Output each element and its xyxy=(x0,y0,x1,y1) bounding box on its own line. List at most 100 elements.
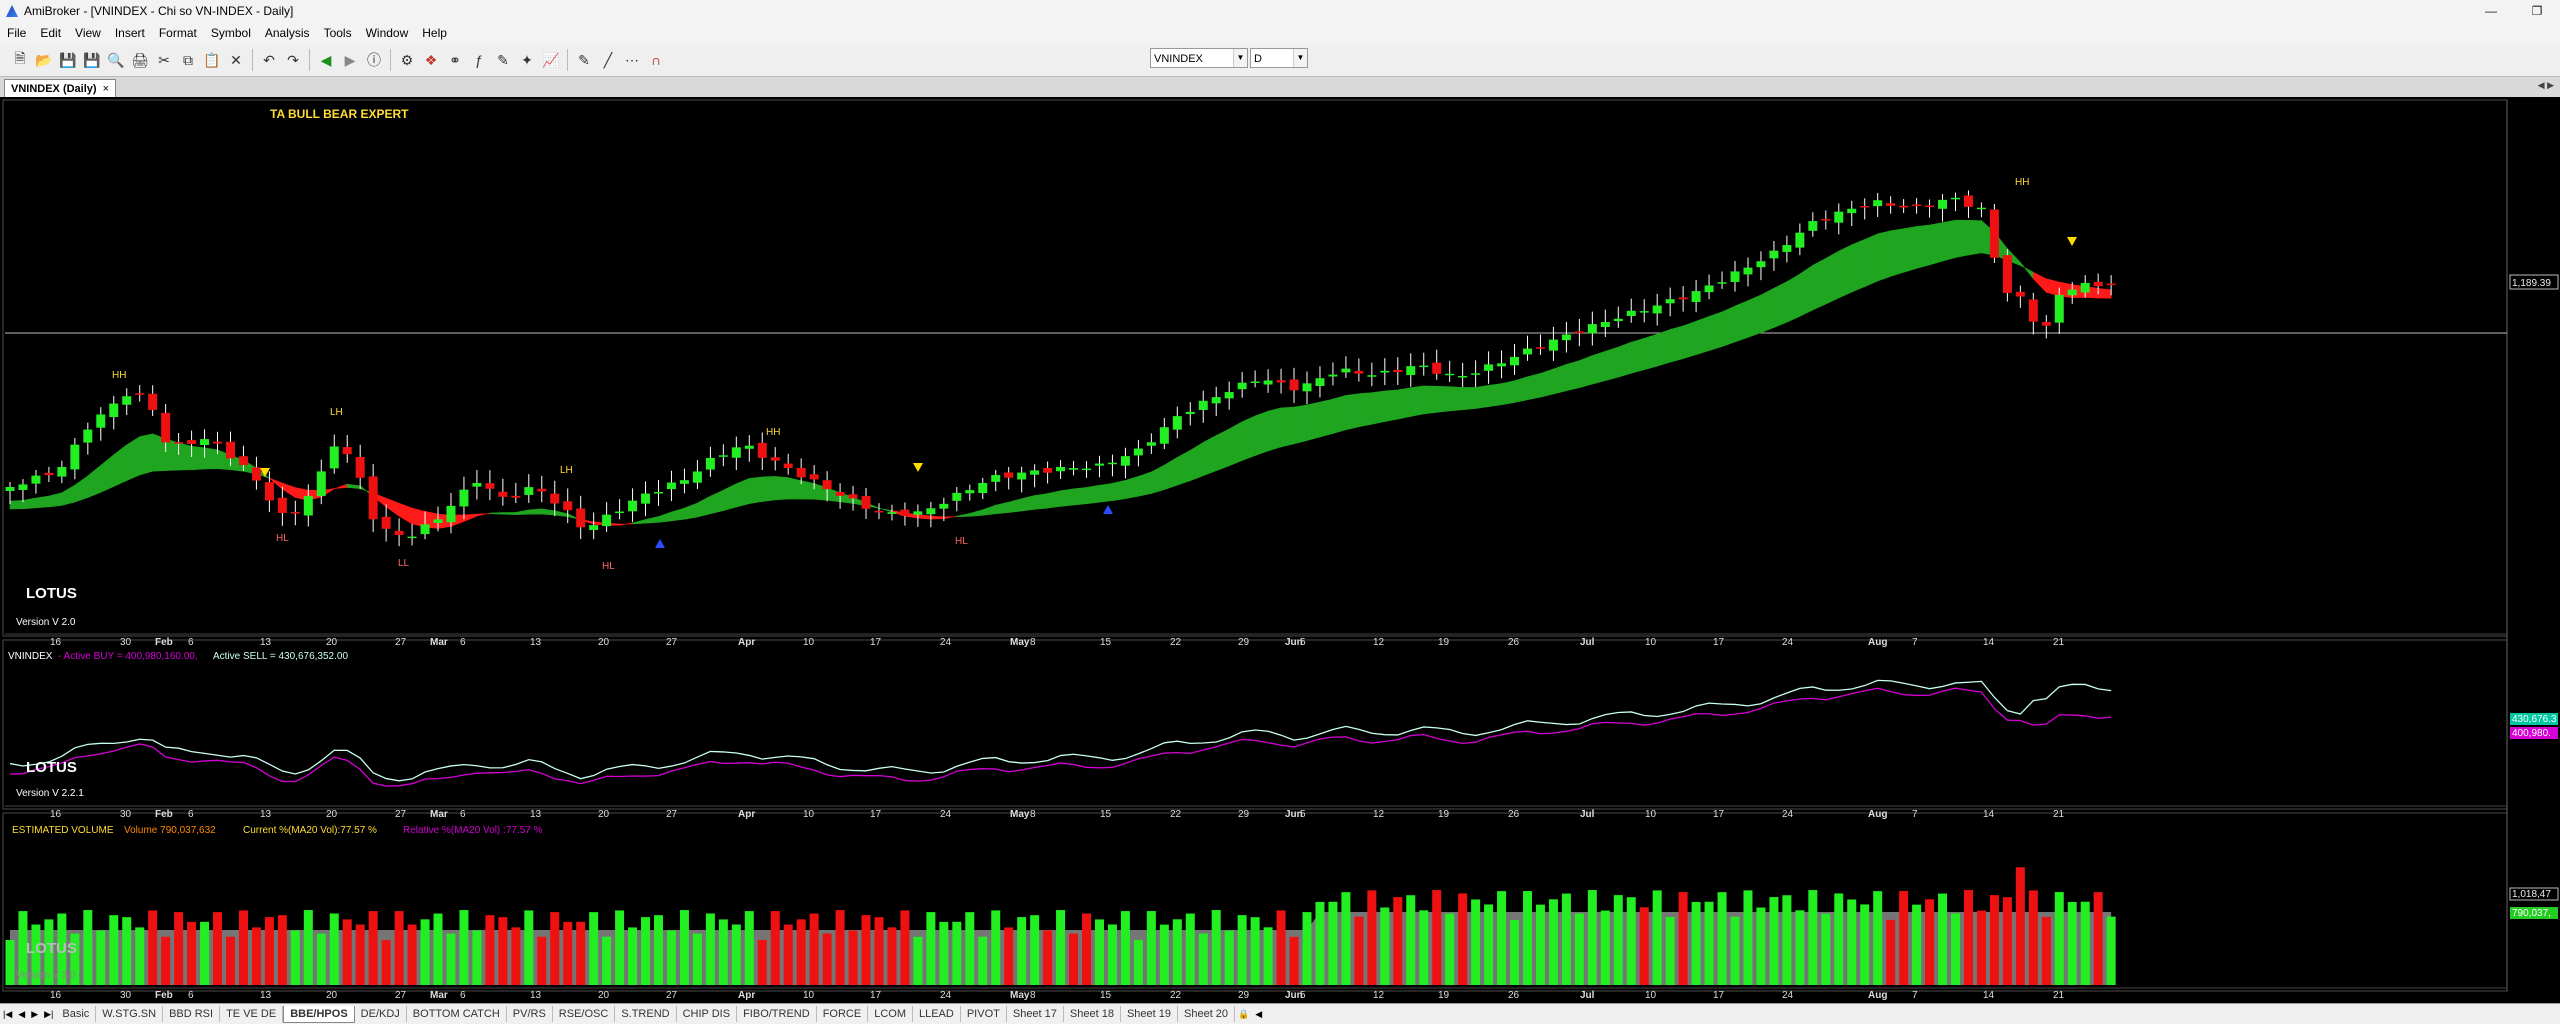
print-preview-icon[interactable]: 🔍 xyxy=(106,50,126,70)
sheet-tab[interactable]: PV/RS xyxy=(507,1005,553,1022)
candle-body xyxy=(1185,411,1195,415)
restore-icon[interactable]: ❐ xyxy=(2514,0,2560,22)
menu-insert[interactable]: Insert xyxy=(108,26,152,40)
cloud-segment xyxy=(35,495,50,509)
sheet-tab[interactable]: FIBO/TREND xyxy=(737,1005,817,1022)
sheet-tab[interactable]: Basic xyxy=(56,1005,97,1022)
wizard-icon[interactable]: ✦ xyxy=(517,50,537,70)
next-sheet-icon[interactable]: ▶ xyxy=(28,1009,41,1020)
back-icon[interactable]: ◀ xyxy=(316,50,336,70)
undo-icon[interactable]: ↶ xyxy=(259,50,279,70)
volume-bar xyxy=(1393,897,1403,985)
sheet-tab[interactable]: DE/KDJ xyxy=(355,1005,407,1022)
cloud-segment xyxy=(9,500,24,510)
menu-symbol[interactable]: Symbol xyxy=(204,26,258,40)
volume-bar xyxy=(913,936,923,985)
sheet-tab[interactable]: LLEAD xyxy=(913,1005,961,1022)
paste-icon[interactable]: 📋 xyxy=(202,50,222,70)
volume-bar xyxy=(628,927,638,985)
menu-edit[interactable]: Edit xyxy=(33,26,68,40)
info-icon[interactable]: ⓘ xyxy=(364,50,384,70)
save-all-icon[interactable]: 💾 xyxy=(82,50,102,70)
volume-bar xyxy=(5,940,15,985)
redo-icon[interactable]: ↷ xyxy=(283,50,303,70)
new-file-icon[interactable]: 🗎 xyxy=(10,50,30,70)
tab-vnindex-daily[interactable]: VNINDEX (Daily) × xyxy=(4,79,117,97)
cloud-segment xyxy=(1617,341,1632,378)
sheet-tab[interactable]: LCOM xyxy=(868,1005,913,1022)
cloud-segment xyxy=(489,512,504,515)
magnet-icon[interactable]: ∩ xyxy=(646,50,666,70)
lock-icon[interactable]: 🔒 xyxy=(1235,1009,1252,1020)
volume-bar xyxy=(589,912,599,985)
tab-scroll-icon[interactable]: ◀ ▶ xyxy=(2538,80,2554,91)
menu-format[interactable]: Format xyxy=(152,26,204,40)
prev-sheet-icon[interactable]: ◀ xyxy=(15,1009,28,1020)
copy-icon[interactable]: ⧉ xyxy=(178,50,198,70)
print-icon[interactable]: 🖨 xyxy=(130,50,150,70)
sheet-tab[interactable]: PIVOT xyxy=(961,1005,1007,1022)
sheet-tab[interactable]: S.TREND xyxy=(615,1005,677,1022)
sheet-tab[interactable]: Sheet 19 xyxy=(1121,1005,1178,1022)
cloud-segment xyxy=(1669,325,1684,363)
x-axis-label: Mar xyxy=(430,809,448,820)
sheet-tab[interactable]: Sheet 18 xyxy=(1064,1005,1121,1022)
cut-icon[interactable]: ✂ xyxy=(154,50,174,70)
glasses-icon[interactable]: ⚭ xyxy=(445,50,465,70)
menu-analysis[interactable]: Analysis xyxy=(258,26,317,40)
settings-gear-icon[interactable]: ⚙ xyxy=(397,50,417,70)
volume-bar xyxy=(420,919,430,985)
sheet-tab[interactable]: TE VE DE xyxy=(220,1005,284,1022)
first-sheet-icon[interactable]: |◀ xyxy=(0,1009,15,1020)
sheet-tab[interactable]: Sheet 20 xyxy=(1178,1005,1236,1022)
volume-bar xyxy=(1211,910,1221,985)
sheet-tab[interactable]: BBD RSI xyxy=(163,1005,221,1022)
candle-body xyxy=(524,487,534,495)
menu-help[interactable]: Help xyxy=(415,26,454,40)
draw-tool-icon[interactable]: ✎ xyxy=(493,50,513,70)
symbol-combo[interactable]: VNINDEX ▼ xyxy=(1150,48,1248,68)
candle-body xyxy=(200,439,210,446)
sheet-tab[interactable]: BOTTOM CATCH xyxy=(407,1005,507,1022)
dotted-line-icon[interactable]: ⋯ xyxy=(622,50,642,70)
volume-bar xyxy=(1899,891,1909,985)
cloud-segment xyxy=(1125,476,1139,500)
forward-icon[interactable]: ▶ xyxy=(340,50,360,70)
indicator-icon[interactable]: ❖ xyxy=(421,50,441,70)
menu-tools[interactable]: Tools xyxy=(317,26,359,40)
save-icon[interactable]: 💾 xyxy=(58,50,78,70)
formula-icon[interactable]: ƒ xyxy=(469,50,489,70)
volume-bar xyxy=(1769,897,1779,985)
cloud-segment xyxy=(1643,333,1658,371)
x-axis-label: 7 xyxy=(1912,809,1918,820)
chart-area[interactable]: TA BULL BEAR EXPERT LOTUS Version V 2.0 … xyxy=(0,97,2560,1003)
volume-bar xyxy=(1419,910,1429,985)
delete-icon[interactable]: ✕ xyxy=(226,50,246,70)
sheet-tab[interactable]: Sheet 17 xyxy=(1007,1005,1064,1022)
chart-scan-icon[interactable]: 📈 xyxy=(541,50,561,70)
menu-view[interactable]: View xyxy=(68,26,108,40)
sheet-scroll-icon[interactable]: ◀ xyxy=(1252,1009,1265,1020)
sheet-tab[interactable]: BBE/HPOS xyxy=(283,1005,355,1023)
chevron-down-icon[interactable]: ▼ xyxy=(1233,49,1247,67)
open-folder-icon[interactable]: 📂 xyxy=(34,50,54,70)
highlighter-icon[interactable]: ✎ xyxy=(574,50,594,70)
sheet-tab[interactable]: W.STG.SN xyxy=(96,1005,164,1022)
last-sheet-icon[interactable]: ▶| xyxy=(41,1009,56,1020)
sheet-tab[interactable]: RSE/OSC xyxy=(553,1005,616,1022)
line-tool-icon[interactable]: ╱ xyxy=(598,50,618,70)
candle-body xyxy=(83,429,93,443)
sheet-tab[interactable]: FORCE xyxy=(817,1005,869,1022)
volume-bar xyxy=(1704,901,1714,985)
sheet-tab[interactable]: CHIP DIS xyxy=(677,1005,738,1022)
menu-file[interactable]: File xyxy=(0,26,33,40)
chevron-down-icon[interactable]: ▼ xyxy=(1293,49,1307,67)
minimize-icon[interactable]: — xyxy=(2468,0,2514,22)
candle-body xyxy=(1211,397,1221,404)
menu-window[interactable]: Window xyxy=(359,26,416,40)
volume-bar xyxy=(1004,927,1014,985)
close-icon[interactable]: × xyxy=(103,83,109,95)
volume-bar xyxy=(615,910,625,985)
interval-combo[interactable]: D ▼ xyxy=(1250,48,1308,68)
volume-bar xyxy=(342,919,352,985)
